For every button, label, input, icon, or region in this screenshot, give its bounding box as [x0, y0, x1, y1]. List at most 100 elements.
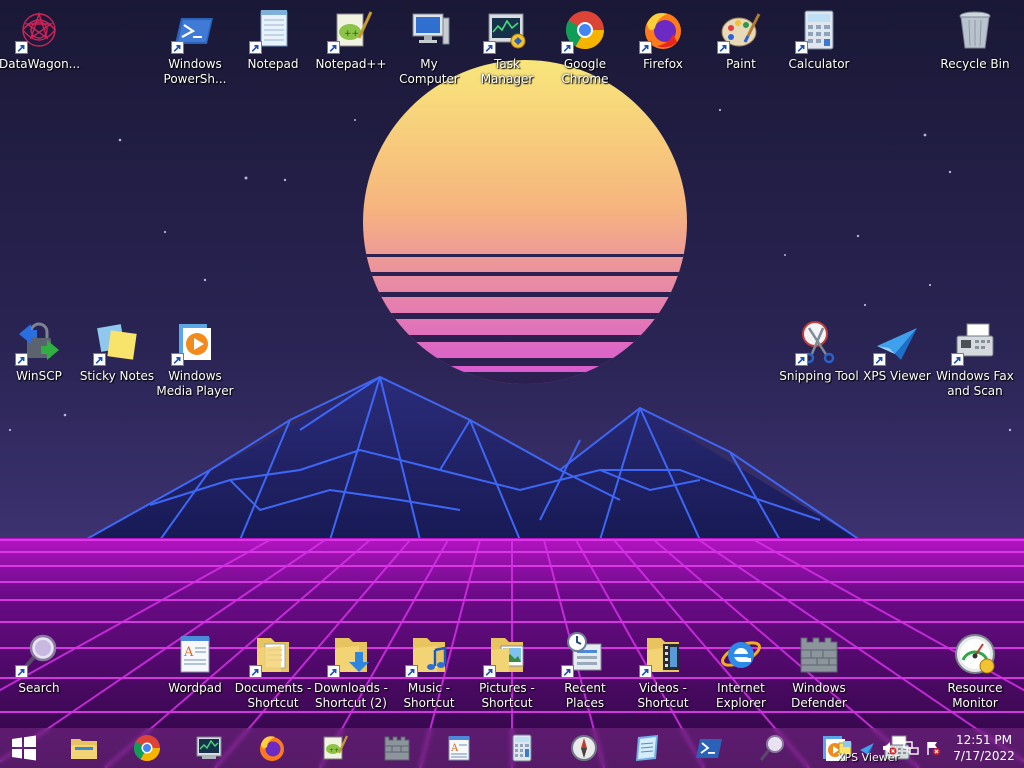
magnifier-icon — [759, 735, 784, 761]
media-player-icon — [171, 318, 219, 366]
windows-fax-and-scan-icon[interactable]: Windows Fax and Scan — [936, 318, 1014, 399]
taskbar-firefox[interactable] — [248, 728, 296, 768]
taskbar-notepad-plus-plus[interactable]: ++ — [310, 728, 358, 768]
shortcut-arrow-icon — [561, 41, 574, 54]
search-shortcut-icon[interactable]: Search — [0, 630, 78, 696]
snipping-tool-icon[interactable]: Snipping Tool — [779, 318, 859, 384]
recent-places-label: Recent Places — [564, 681, 606, 710]
recent-places-icon[interactable]: Recent Places — [546, 630, 624, 711]
calculator-icon-image — [795, 6, 843, 54]
shortcut-arrow-icon — [561, 665, 574, 678]
wordpad-icon-image: A — [171, 630, 219, 678]
documents-shortcut-icon[interactable]: Documents - Shortcut — [234, 630, 312, 711]
paint-icon[interactable]: Paint — [702, 6, 780, 72]
network-icon[interactable] — [900, 737, 922, 759]
powershell-icon — [696, 739, 722, 758]
taskbar-search[interactable] — [748, 728, 796, 768]
xps-viewer-icon[interactable]: XPS Viewer — [858, 318, 936, 384]
start-button[interactable] — [0, 728, 48, 768]
windows-powershell-icon[interactable]: Windows PowerSh... — [156, 6, 234, 87]
xps-viewer-label: XPS Viewer — [863, 369, 931, 383]
calculator-icon — [512, 734, 531, 762]
shortcut-arrow-icon — [327, 665, 340, 678]
task-manager-label: Task Manager — [480, 57, 534, 86]
taskbar-file-explorer[interactable] — [60, 728, 108, 768]
clock-date: 7/17/2022 — [953, 749, 1015, 763]
recycle-bin-icon[interactable]: Recycle Bin — [936, 6, 1014, 72]
clock[interactable]: 12:51 PM 7/17/2022 — [944, 732, 1024, 764]
shortcut-arrow-icon — [171, 353, 184, 366]
task-manager-icon[interactable]: Task Manager — [468, 6, 546, 87]
calculator-icon[interactable]: Calculator — [780, 6, 858, 72]
paint-palette-icon — [717, 6, 765, 54]
taskbar-task-manager[interactable] — [185, 728, 233, 768]
windows-media-player-icon[interactable]: Windows Media Player — [156, 318, 234, 399]
resource-monitor-label: Resource Monitor — [947, 681, 1003, 710]
notepad-plus-plus-icon-image: ++ — [327, 6, 375, 54]
taskbar-chrome[interactable] — [123, 728, 171, 768]
scissors-icon — [795, 318, 843, 366]
internet-explorer-label: Internet Explorer — [716, 681, 766, 710]
xps-viewer-tray-label: XPS Viewer — [837, 751, 900, 764]
winscp-lock-icon — [15, 318, 63, 366]
resource-monitor-icon[interactable]: Resource Monitor — [936, 630, 1014, 711]
clock-time: 12:51 PM — [956, 733, 1012, 747]
my-computer-icon[interactable]: My Computer — [390, 6, 468, 87]
computer-icon — [405, 6, 453, 54]
windows-fax-and-scan-label: Windows Fax and Scan — [936, 369, 1014, 398]
sticky-notes-icon[interactable]: Sticky Notes — [78, 318, 156, 384]
taskbar-windows-defender[interactable] — [373, 728, 421, 768]
taskbar-notes[interactable] — [623, 728, 671, 768]
action-center-alert-icon[interactable] — [922, 737, 944, 759]
paper-plane-icon — [873, 318, 921, 366]
wordpad-icon[interactable]: A Wordpad — [156, 630, 234, 696]
wordpad-label: Wordpad — [168, 681, 222, 695]
notepad-icon-image — [249, 6, 297, 54]
folder-videos-icon — [639, 630, 687, 678]
windows-logo-icon — [12, 735, 36, 761]
fax-machine-icon — [951, 318, 999, 366]
shortcut-arrow-icon — [15, 665, 28, 678]
svg-text:A: A — [183, 645, 194, 660]
svg-text:++: ++ — [344, 29, 359, 39]
winscp-icon[interactable]: WinSCP — [0, 318, 78, 384]
downloads-shortcut-icon[interactable]: Downloads - Shortcut (2) — [312, 630, 390, 711]
pictures-shortcut-icon[interactable]: Pictures - Shortcut — [468, 630, 546, 711]
taskbar-compass[interactable] — [560, 728, 608, 768]
notepad-plus-plus-icon: ++ — [323, 735, 348, 760]
shortcut-arrow-icon — [405, 665, 418, 678]
music-shortcut-label: Music - Shortcut — [403, 681, 455, 710]
castle-wall-icon — [384, 736, 409, 761]
videos-shortcut-icon[interactable]: Videos - Shortcut — [624, 630, 702, 711]
taskbar-wordpad[interactable]: A — [435, 728, 483, 768]
firefox-label: Firefox — [643, 57, 683, 71]
internet-explorer-icon[interactable]: Internet Explorer — [702, 630, 780, 711]
task-manager-icon — [196, 736, 222, 759]
notepad-plus-plus-label: Notepad++ — [315, 57, 387, 71]
notepad-icon[interactable]: Notepad — [234, 6, 312, 72]
taskbar-powershell[interactable] — [685, 728, 733, 768]
datawagon-icon[interactable]: DataWagon... — [0, 6, 80, 72]
folder-downloads-icon — [327, 630, 375, 678]
recycle-bin-icon-image — [951, 6, 999, 54]
firefox-icon[interactable]: Firefox — [624, 6, 702, 72]
shortcut-arrow-icon — [249, 665, 262, 678]
folder-music-icon — [405, 630, 453, 678]
windows-defender-icon[interactable]: Windows Defender — [780, 630, 858, 711]
shortcut-arrow-icon — [327, 41, 340, 54]
desktop[interactable]: DataWagon... Windows PowerSh... Notepad … — [0, 0, 1024, 768]
notepad-plus-plus-icon[interactable]: ++ Notepad++ — [312, 6, 390, 72]
taskbar-calculator[interactable] — [498, 728, 546, 768]
compass-icon — [571, 735, 597, 761]
shortcut-arrow-icon — [15, 353, 28, 366]
windows-defender-label: Windows Defender — [791, 681, 847, 710]
shortcut-arrow-icon — [483, 41, 496, 54]
windows-media-player-label: Windows Media Player — [156, 369, 234, 398]
google-chrome-label: Google Chrome — [561, 57, 609, 86]
firefox-icon — [259, 736, 284, 761]
firefox-logo-icon — [639, 6, 687, 54]
shortcut-arrow-icon — [951, 353, 964, 366]
folder-documents-icon — [249, 630, 297, 678]
google-chrome-icon[interactable]: Google Chrome — [546, 6, 624, 87]
music-shortcut-icon[interactable]: Music - Shortcut — [390, 630, 468, 711]
